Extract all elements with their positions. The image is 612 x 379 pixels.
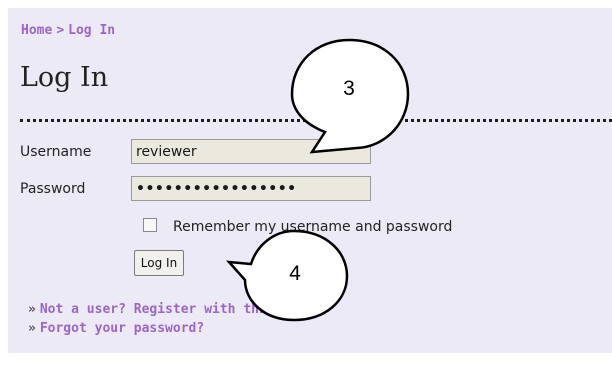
callout-overlay — [225, 38, 410, 322]
callout-3-number: 3 — [343, 77, 355, 100]
callout-4-number: 4 — [289, 262, 301, 285]
